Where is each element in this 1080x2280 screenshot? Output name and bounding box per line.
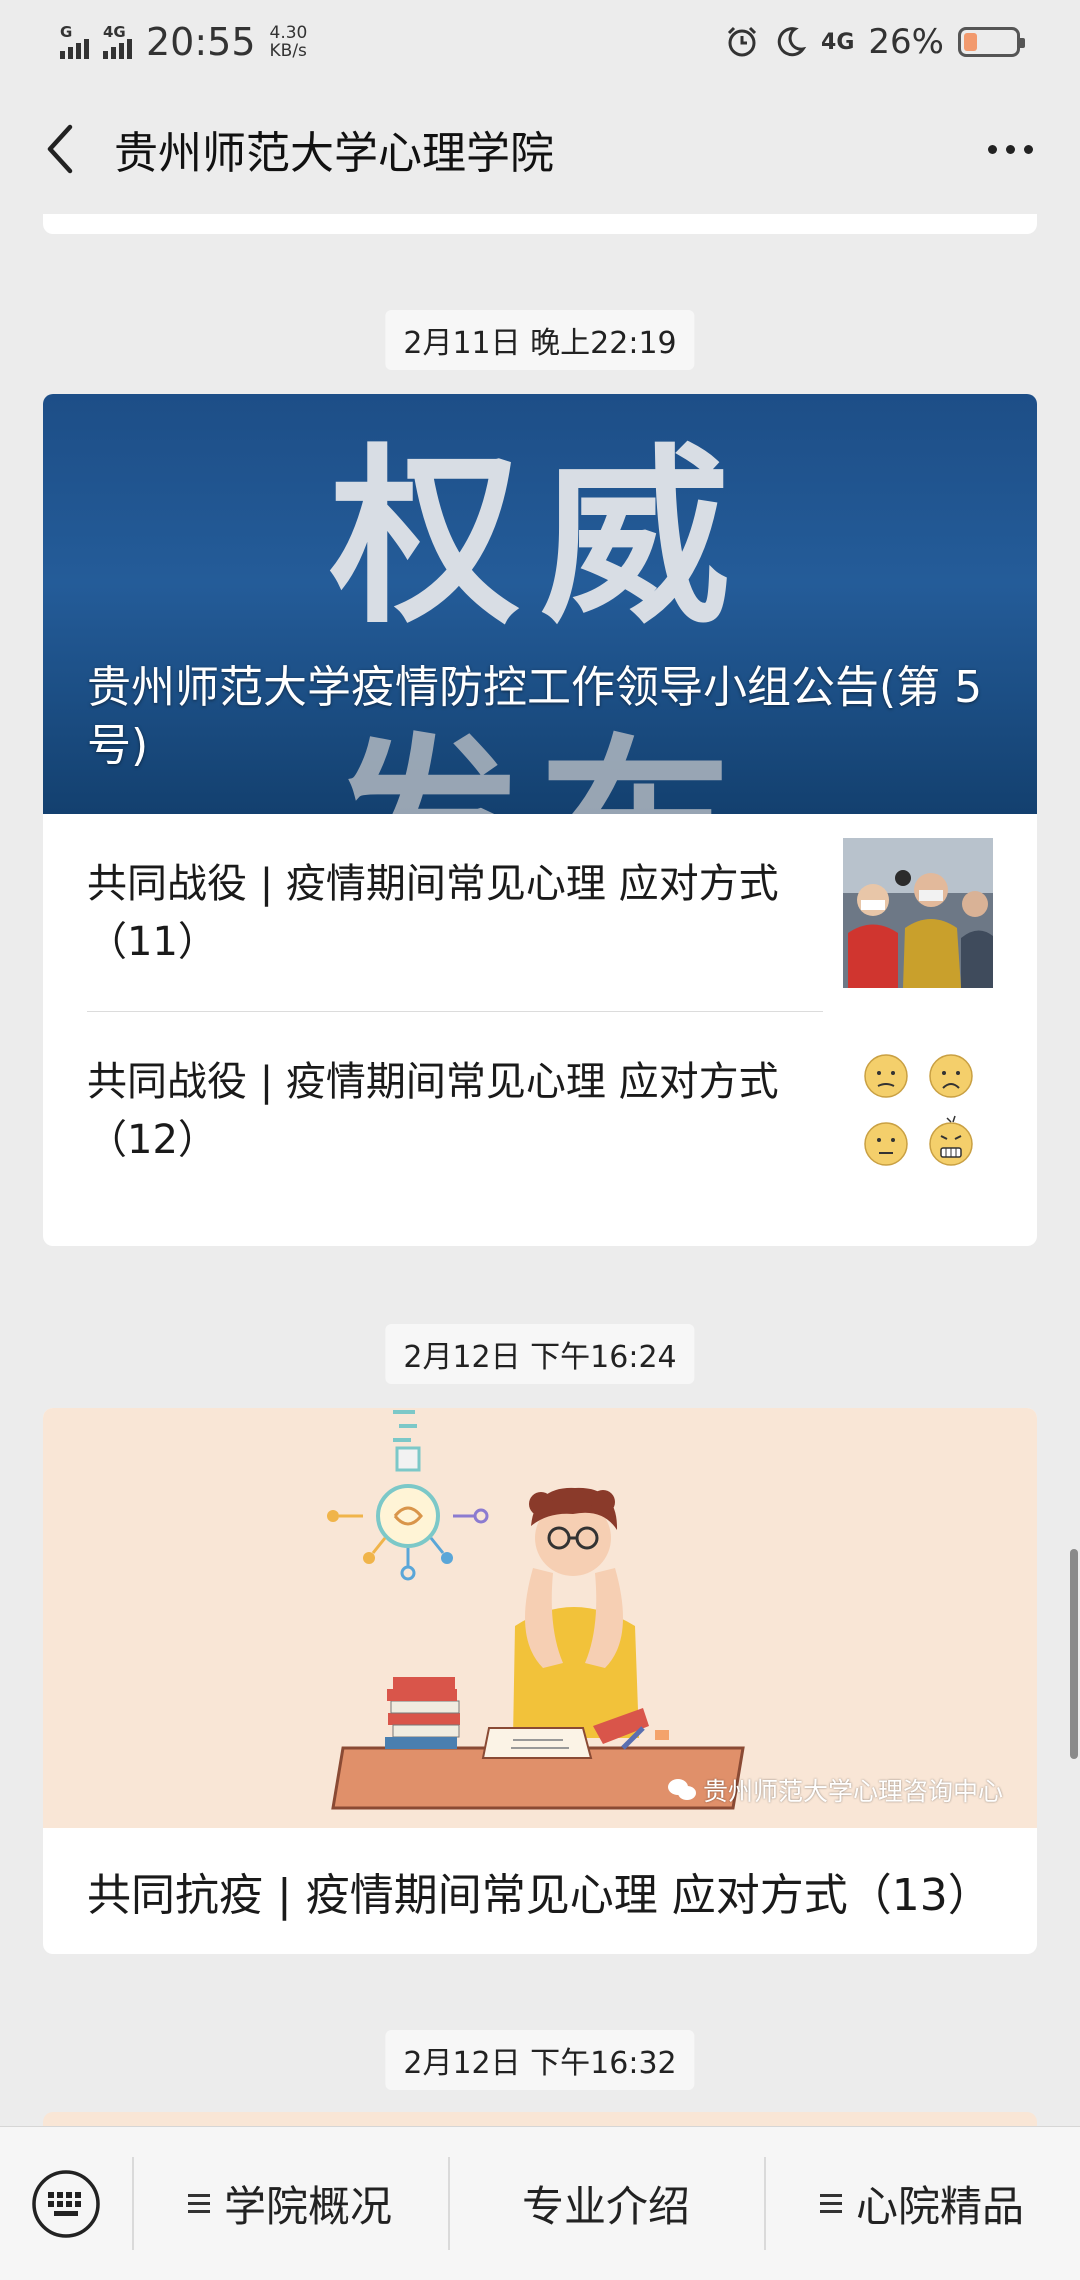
scrollbar[interactable] (1070, 1549, 1078, 1759)
wechat-icon (667, 1779, 696, 1800)
hero-article-title: 贵州师范大学疫情防控工作领导小组公告(第 5 号) (87, 662, 983, 771)
clock: 20:55 (146, 20, 256, 64)
article-card[interactable]: 贵州师范大学心理咨询中心 共同抗疫 | 疫情期间常见心理 应对方式（13） (43, 1408, 1037, 1954)
page-title: 贵州师范大学心理学院 (114, 128, 554, 179)
keyboard-toggle-button[interactable] (0, 2127, 132, 2280)
alarm-icon (727, 26, 757, 57)
article-cover-illustration: 贵州师范大学心理咨询中心 (43, 1408, 1037, 1828)
emoji-faces-thumbnail (843, 1035, 993, 1186)
timestamp: 2月12日 下午16:32 (385, 2030, 695, 2090)
back-button[interactable] (30, 109, 90, 189)
menu-item-college-overview[interactable]: 学院概况 (132, 2127, 448, 2280)
status-bar: G 4G 20:55 4.30 KB/s 4G 26% (0, 0, 1080, 84)
menu-item-label: 学院概况 (223, 2182, 392, 2231)
battery-icon (958, 27, 1025, 57)
speed-unit: KB/s (269, 41, 307, 61)
more-button[interactable] (970, 109, 1050, 189)
hero-background-text: 权威 (329, 428, 750, 649)
network-label: G (60, 23, 73, 41)
timestamp: 2月12日 下午16:24 (385, 1324, 695, 1384)
article-hero[interactable]: 权威 发布 贵州师范大学疫情防控工作领导小组公告(第 5 号) (43, 394, 1037, 814)
article-list-item[interactable]: 共同战役 | 疫情期间常见心理 应对方式（11） (43, 814, 1037, 1011)
speed-value: 4.30 (269, 23, 308, 43)
more-dots-icon (987, 144, 997, 154)
status-left: G 4G 20:55 4.30 KB/s (60, 20, 307, 64)
signal-2-icon: 4G (103, 23, 132, 59)
menu-item-label: 专业介绍 (521, 2182, 690, 2231)
article-card: 权威 发布 贵州师范大学疫情防控工作领导小组公告(第 5 号) 共同战役 | 疫… (43, 394, 1037, 1246)
network-type: 4G (821, 29, 855, 55)
menu-item-featured[interactable]: 心院精品 (764, 2127, 1080, 2280)
submenu-list-icon (187, 2194, 210, 2213)
watermark-text: 贵州师范大学心理咨询中心 (702, 1777, 1003, 1806)
network-label: 4G (103, 23, 126, 41)
watermark: 贵州师范大学心理咨询中心 (667, 1772, 1003, 1808)
article-card-partial[interactable] (43, 2112, 1037, 2126)
student-thinking-illustration (327, 1410, 745, 1810)
chevron-left-icon (47, 124, 73, 174)
battery-percent: 26% (868, 22, 944, 62)
menu-item-major-intro[interactable]: 专业介绍 (448, 2127, 764, 2280)
message-feed[interactable]: 2月11日 晚上22:19 权威 发布 贵州师范大学疫情防控工作领导小组公告(第… (0, 214, 1080, 2126)
article-title: 共同战役 | 疫情期间常见心理 应对方式（11） (87, 860, 779, 965)
bottom-menu: 学院概况 专业介绍 心院精品 (0, 2126, 1080, 2280)
status-right: 4G 26% (725, 22, 1025, 62)
keyboard-icon (32, 2169, 100, 2238)
article-list-item[interactable]: 共同战役 | 疫情期间常见心理 应对方式（12） (43, 1012, 1037, 1209)
signal-1-icon: G (60, 23, 89, 59)
battery-fill (964, 33, 977, 51)
network-speed: 4.30 KB/s (270, 24, 308, 60)
crowd-masks-thumbnail (843, 837, 993, 988)
article-title: 共同战役 | 疫情期间常见心理 应对方式（12） (87, 1058, 779, 1163)
article-title: 共同抗疫 | 疫情期间常见心理 应对方式（13） (87, 1870, 992, 1921)
nav-bar: 贵州师范大学心理学院 (0, 84, 1080, 214)
moon-icon (777, 27, 807, 57)
menu-item-label: 心院精品 (855, 2182, 1024, 2231)
submenu-list-icon (819, 2194, 842, 2213)
timestamp: 2月11日 晚上22:19 (385, 310, 695, 370)
previous-card-tail[interactable] (43, 214, 1037, 234)
